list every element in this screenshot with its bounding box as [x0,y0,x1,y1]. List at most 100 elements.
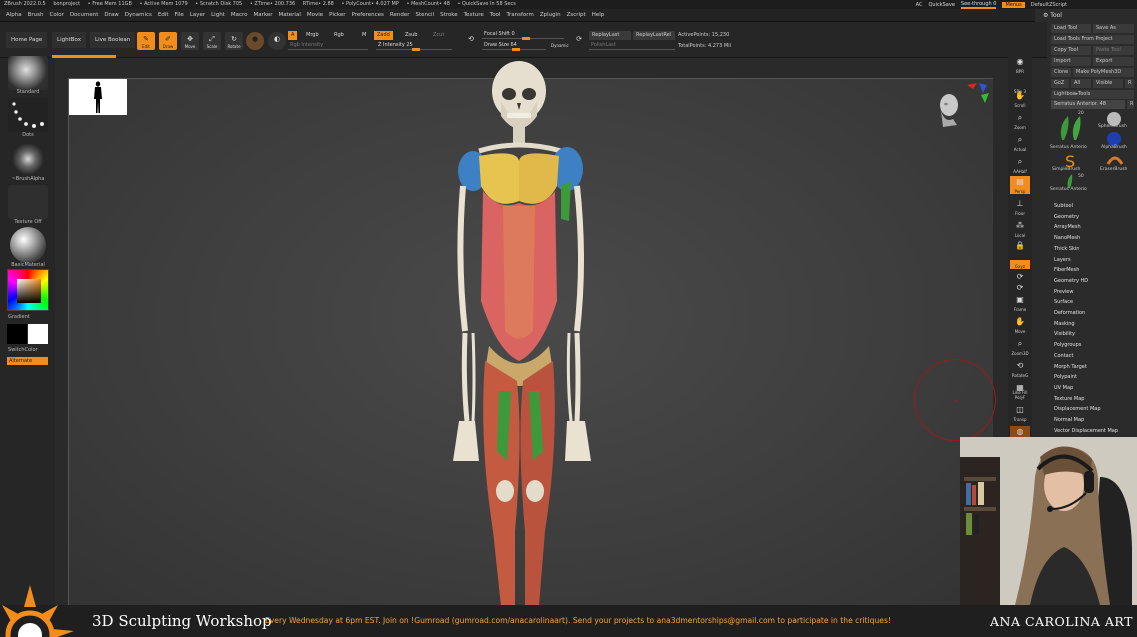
brush-thumbnail[interactable] [8,56,48,90]
menu-brush[interactable]: Brush [28,12,44,18]
menu-zscript[interactable]: Zscript [567,12,586,18]
stroke-thumbnail[interactable] [8,98,48,132]
subpalette-geometry[interactable]: Geometry [1054,212,1079,223]
subpalette-displacement-map[interactable]: Displacement Map [1054,404,1101,415]
home-page-button[interactable]: Home Page [6,32,48,48]
focal-shift-slider[interactable]: Focal Shift 0 [482,30,564,40]
move-view-button[interactable]: ✋ Move [1010,316,1030,334]
mrgb-button[interactable]: Mrgb [303,31,322,40]
menu-help[interactable]: Help [592,12,605,18]
replay-last-rel-button[interactable]: ReplayLastRel [633,31,675,40]
subpalette-contact[interactable]: Contact [1054,351,1073,362]
lightbox-tools-button[interactable]: Lightbox▸Tools [1051,90,1134,99]
subpalette-arraymesh[interactable]: ArrayMesh [1054,222,1081,233]
gxyz-button[interactable]: Gxyz [1010,260,1030,269]
draw-button[interactable]: ✐ Draw [159,32,177,50]
scale-button[interactable]: ⤢ Scale [203,32,221,50]
menu-render[interactable]: Render [390,12,410,18]
menu-tool[interactable]: Tool [490,12,501,18]
live-boolean-button[interactable]: Live Boolean [90,32,136,48]
menu-layer[interactable]: Layer [190,12,205,18]
menu-draw[interactable]: Draw [104,12,118,18]
navigation-thumbnail[interactable] [69,79,127,115]
menu-material[interactable]: Material [279,12,301,18]
subpalette-deformation[interactable]: Deformation [1054,308,1085,319]
document-canvas[interactable] [68,61,996,606]
menu-macro[interactable]: Macro [231,12,248,18]
goz-all-button[interactable]: All [1071,79,1091,88]
see-through-slider[interactable]: See-through 0 [960,1,997,9]
dynamic-button[interactable]: Dynamic [548,41,572,50]
subpalette-masking[interactable]: Masking [1054,319,1075,330]
subpalette-layers[interactable]: Layers [1054,255,1071,266]
menu-zplugin[interactable]: Zplugin [540,12,561,18]
z-intensity-slider[interactable]: Z Intensity 25 [376,41,452,51]
alternate-button[interactable]: Alternate [7,357,48,365]
alpha-thumbnail[interactable] [8,142,48,176]
menu-dynamics[interactable]: Dynamics [125,12,152,18]
persp-button[interactable]: ▤ Persp [1010,176,1030,194]
scroll-button[interactable]: ✋ Scroll [1010,90,1030,108]
menu-edit[interactable]: Edit [158,12,169,18]
subpalette-thick-skin[interactable]: Thick Skin [1054,244,1079,255]
polyf-button[interactable]: ▦ Line Fill PolyF [1010,382,1030,400]
menu-picker[interactable]: Picker [329,12,345,18]
head-navigation-gizmo[interactable] [935,89,965,129]
menu-preferences[interactable]: Preferences [352,12,384,18]
goz-r-button[interactable]: R [1125,79,1134,88]
lazy-mouse-icon[interactable]: ⟲ [462,32,480,50]
goz-button[interactable]: GoZ [1051,79,1069,88]
menu-alpha[interactable]: Alpha [6,12,22,18]
copy-tool-button[interactable]: Copy Tool [1051,46,1091,55]
zoom3d-button[interactable]: ⌕ Zoom3D [1010,338,1030,356]
replay-last-button[interactable]: ReplayLast [589,31,631,40]
material-thumbnail[interactable] [10,227,46,263]
default-script-button[interactable]: DefaultZScript [1031,2,1067,8]
export-button[interactable]: Export [1093,57,1134,66]
load-tool-button[interactable]: Load Tool [1051,24,1091,33]
zsub-button[interactable]: Zsub [402,31,420,40]
subpalette-texture-map[interactable]: Texture Map [1054,394,1084,405]
zoom-button[interactable]: ⌕ Zoom [1010,112,1030,130]
subpalette-subtool[interactable]: Subtool [1054,201,1073,212]
rgb-button[interactable]: Rgb [331,31,347,40]
menu-stroke[interactable]: Stroke [440,12,458,18]
frame-button[interactable]: ▣ Frame [1010,294,1030,312]
tool-palette-header[interactable]: ⚙ Tool [1035,9,1137,22]
load-from-project-button[interactable]: Load Tools From Project [1051,35,1134,44]
clone-button[interactable]: Clone [1051,68,1071,77]
menus-button[interactable]: Menus [1002,1,1025,8]
rotate-button[interactable]: ↻ Rotate [225,32,243,50]
material-swatch[interactable]: ● [246,32,264,50]
serratus-thumbnail[interactable] [1052,112,1088,144]
floor-button[interactable]: ⊥ Floor [1010,198,1030,216]
menu-movie[interactable]: Movie [307,12,323,18]
polish-last-slider[interactable]: PolishLast [589,41,675,50]
goz-visible-button[interactable]: Visible [1093,79,1123,88]
menu-texture[interactable]: Texture [464,12,484,18]
subpalette-surface[interactable]: Surface [1054,297,1073,308]
a-button[interactable]: A [288,31,298,40]
menu-document[interactable]: Document [70,12,99,18]
subpalette-uv-map[interactable]: UV Map [1054,383,1073,394]
current-tool-r-button[interactable]: R [1127,100,1134,109]
edit-button[interactable]: ✎ Edit [137,32,155,50]
brush-alpha-swatch[interactable]: ◐ [268,32,286,50]
paste-tool-button[interactable]: Paste Tool [1093,46,1134,55]
sym-z-icon[interactable]: ⟳ [1010,282,1030,292]
menu-light[interactable]: Light [211,12,225,18]
zcut-button[interactable]: Zcut [430,31,447,40]
local-button[interactable]: ⁂ Local [1010,220,1030,238]
menu-color[interactable]: Color [50,12,64,18]
sym-y-icon[interactable]: ⟳ [1010,271,1030,281]
draw-size-slider[interactable]: Draw Size 64 [482,41,546,51]
subpalette-visibility[interactable]: Visibility [1054,329,1075,340]
save-as-button[interactable]: Save As [1093,24,1134,33]
lock-button[interactable]: 🔒 [1010,240,1030,258]
replay-icon[interactable]: ⟳ [570,32,588,50]
axis-gizmo-icon[interactable] [965,81,991,107]
transp-button[interactable]: ◫ Transp [1010,404,1030,422]
menu-marker[interactable]: Marker [254,12,273,18]
subpalette-morph-target[interactable]: Morph Target [1054,362,1087,373]
current-tool-slider[interactable]: Serratus Anterior. 48 [1051,100,1125,109]
